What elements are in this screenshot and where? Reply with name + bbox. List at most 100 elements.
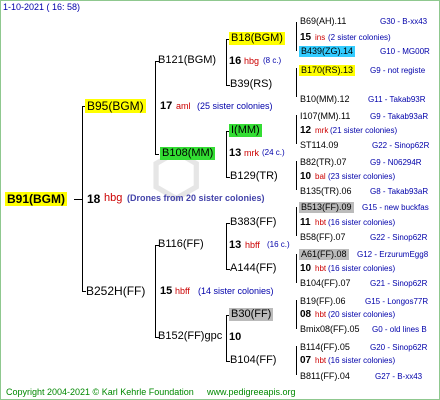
g3-1-note: (24 c.) (262, 148, 285, 157)
queen-g5-11[interactable]: B104(FF).07 (300, 279, 351, 288)
g3-2-code: hbff (245, 240, 260, 250)
copyright: Copyright 2004-2021 © Karl Kehrle Founda… (6, 387, 194, 397)
g5-9-group: G22 - Sinop62R (370, 233, 428, 242)
connector (296, 300, 297, 329)
g5-7-group: G8 - Takab93aR (370, 187, 429, 196)
queen-g5-9[interactable]: B58(FF).07 (300, 233, 346, 242)
g4-5-note: (16 sister colonies) (328, 264, 396, 273)
queen-g5-3[interactable]: B10(MM).12 (300, 95, 350, 104)
g5-14-group: G20 - Sinop62R (370, 343, 428, 352)
g2-1-code: hbff (175, 286, 190, 296)
connector (155, 61, 156, 154)
g4-5-num: 10 (300, 263, 312, 274)
g4-3-code: bal (315, 172, 326, 181)
connector (296, 346, 297, 375)
queen-g5-4[interactable]: I107(MM).11 (300, 112, 350, 121)
g4-7-note: (16 sister colonies) (328, 356, 396, 365)
queen-g3-0[interactable]: B121(BGM) (158, 55, 216, 66)
g5-12-group: G15 - Longos77R (365, 297, 429, 306)
g1-note: (Drones from 20 sister colonies) (127, 193, 265, 203)
queen-g5-8[interactable]: B513(FF).09 (299, 202, 354, 213)
queen-g3-1[interactable]: B108(MM) (160, 147, 216, 160)
g5-15-group: G27 - B-xx43 (375, 372, 423, 381)
g3-1-num: 13 (229, 147, 242, 159)
queen-g5-15[interactable]: B811(FF).04 (300, 372, 350, 381)
connector (296, 115, 297, 144)
g3-2-note: (16 c.) (267, 240, 290, 249)
connector (226, 223, 227, 269)
g5-4-group: G9 - Takab93aR (370, 112, 429, 121)
g2-1-note: (14 sister colonies) (198, 286, 274, 296)
g4-6-code: hbt (315, 310, 327, 319)
queen-g4-6[interactable]: B30(FF) (229, 308, 274, 321)
g4-4-code: hbt (315, 218, 327, 227)
site-link[interactable]: www.pedigreeapis.org (207, 388, 296, 397)
g2-1-num: 15 (160, 285, 173, 297)
g5-11-group: G21 - Sinop62R (370, 279, 428, 288)
connector (296, 68, 297, 97)
queen-g3-2[interactable]: B116(FF) (158, 239, 204, 250)
g5-5-group: G22 - Sinop62R (372, 141, 430, 150)
g4-7-num: 07 (300, 355, 312, 366)
g5-13-group: G0 - old lines B (372, 325, 427, 334)
g4-3-num: 10 (300, 171, 312, 182)
queen-g5-6[interactable]: B82(TR).07 (300, 158, 347, 167)
queen-g4-0[interactable]: B18(BGM) (229, 32, 285, 45)
g5-3-group: G11 - Takab93R (368, 95, 426, 104)
queen-g5-10[interactable]: A61(FF).08 (299, 249, 349, 260)
connector (226, 315, 227, 361)
queen-g5-12[interactable]: B19(FF).06 (300, 297, 346, 306)
g4-6-note: (20 sister colonies) (328, 310, 396, 319)
g2-0-num: 17 (160, 100, 173, 112)
g4-7-code: hbt (315, 356, 327, 365)
queen-g4-5[interactable]: A144(FF) (230, 263, 276, 274)
queen-g5-7[interactable]: B135(TR).06 (300, 187, 352, 196)
g3-0-note: (8 c.) (263, 56, 282, 65)
g3-1-code: mrk (244, 148, 259, 158)
queen-g4-7[interactable]: B104(FF) (230, 355, 276, 366)
queen-g4-1[interactable]: B39(RS) (230, 79, 272, 90)
g4-4-num: 11 (300, 217, 311, 228)
g3-0-code: hbg (244, 56, 260, 66)
queen-g5-14[interactable]: B114(FF).05 (300, 343, 350, 352)
connector (226, 131, 227, 177)
queen-g5-0[interactable]: B69(AH).11 (300, 17, 346, 26)
queen-g3-3[interactable]: B152(FF)gpc (158, 331, 222, 342)
g5-6-group: G9 - N06294R (370, 158, 422, 167)
queen-g4-4[interactable]: B383(FF) (230, 217, 276, 228)
connector (296, 22, 297, 51)
queen-g5-2[interactable]: B170(RS).13 (299, 65, 356, 76)
g4-3-note: (23 sister colonies) (328, 172, 396, 181)
queen-g4-3[interactable]: B129(TR) (230, 171, 278, 182)
g4-2-note: (21 sister colonies) (330, 126, 398, 135)
connector (82, 106, 83, 292)
g3-0-num: 16 (229, 55, 242, 67)
queen-g5-5[interactable]: ST114.09 (300, 141, 338, 150)
g5-8-group: G15 - new buckfas (362, 203, 429, 212)
g2-0-code: aml (176, 101, 191, 111)
queen-g4-2[interactable]: I(MM) (229, 124, 262, 137)
connector (155, 154, 159, 155)
queen-g5-13[interactable]: Bmix08(FF).05 (300, 325, 360, 334)
g2-0-note: (25 sister colonies) (197, 101, 273, 111)
connector (155, 245, 156, 337)
g3-2-num: 13 (229, 239, 242, 251)
g4-0-code: ins (315, 33, 326, 42)
g5-10-group: G12 - ErzurumEgg8 (357, 250, 429, 259)
g5-1-group: G10 - MG00R (380, 47, 430, 56)
g3-3-num: 10 (229, 331, 242, 343)
queen-g5-1[interactable]: B439(ZG).14 (299, 46, 356, 57)
g4-0-note: (2 sister colonies) (328, 33, 391, 42)
g4-0-num: 15 (300, 32, 312, 43)
g4-6-num: 08 (300, 309, 312, 320)
queen-g1[interactable]: B91(BGM) (5, 192, 68, 206)
connector (74, 199, 82, 200)
timestamp: 1-10-2021 ( 16: 58) (3, 2, 81, 12)
connector (226, 39, 227, 85)
g1-code: hbg (104, 192, 123, 204)
g5-0-group: G30 - B-xx43 (380, 17, 428, 26)
queen-g2-0[interactable]: B95(BGM) (85, 99, 146, 113)
queen-g2-1[interactable]: B252H(FF) (86, 285, 145, 297)
connector (296, 161, 297, 190)
g5-2-group: G9 - not registe (370, 66, 426, 75)
